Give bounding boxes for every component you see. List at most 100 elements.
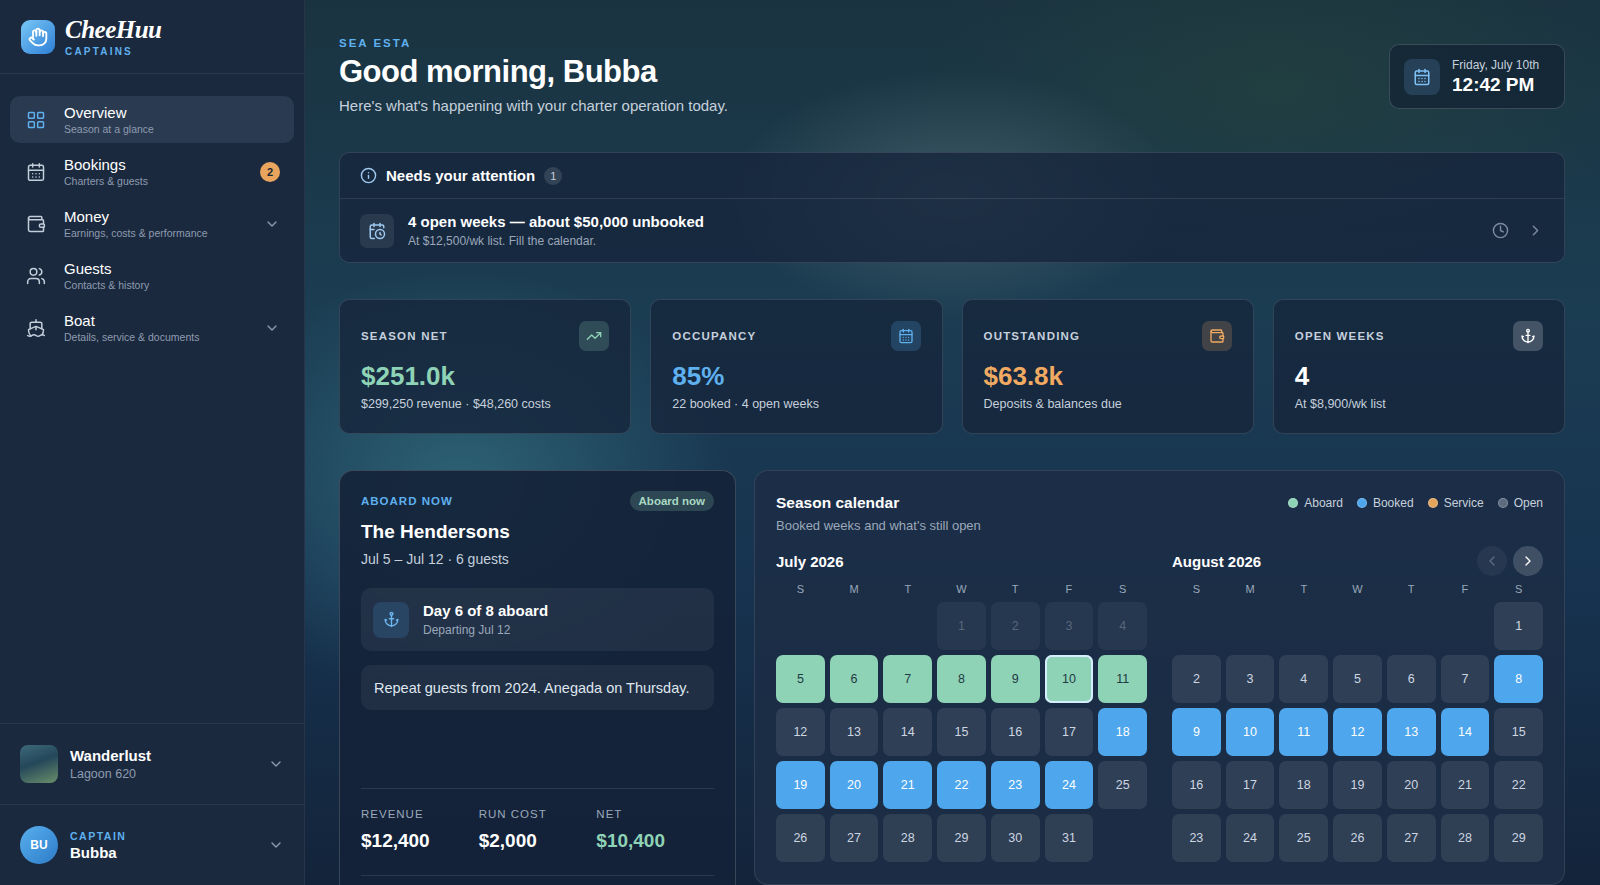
chevron-left-icon <box>1484 553 1500 569</box>
trip-progress-sub: Departing Jul 12 <box>423 622 548 638</box>
calendar-day[interactable]: 17 <box>1226 761 1275 809</box>
calendar-day[interactable]: 16 <box>1172 761 1221 809</box>
captain-menu[interactable]: BUCAPTAINBubba <box>0 804 304 885</box>
sidebar-item[interactable]: MoneyEarnings, costs & performance <box>10 200 294 247</box>
calendar-day[interactable]: 7 <box>1441 655 1490 703</box>
weekday: W <box>937 582 986 596</box>
calendar-day[interactable]: 11 <box>1279 708 1328 756</box>
calendar-day[interactable]: 23 <box>1172 814 1221 862</box>
calendar-day[interactable]: 26 <box>1333 814 1382 862</box>
calendar-day[interactable]: 18 <box>1279 761 1328 809</box>
calendar-day[interactable]: 5 <box>776 655 825 703</box>
month-title: August 2026 <box>1172 553 1261 570</box>
main-content: SEA ESTAGood morning, BubbaHere's what's… <box>305 0 1600 885</box>
calendar-day[interactable]: 1 <box>1494 602 1543 650</box>
calendar-day[interactable]: 9 <box>1172 708 1221 756</box>
stat-icon-box <box>891 321 921 351</box>
expand-toggle[interactable] <box>264 216 280 232</box>
calendar-day[interactable]: 8 <box>1494 655 1543 703</box>
calendar-day[interactable]: 7 <box>883 655 932 703</box>
sidebar-item[interactable]: BoatDetails, service & documents <box>10 304 294 351</box>
calendar-day[interactable]: 27 <box>1387 814 1436 862</box>
calendar-day[interactable]: 18 <box>1098 708 1147 756</box>
calendar-day[interactable]: 10 <box>1045 655 1094 703</box>
calendar-day[interactable]: 14 <box>1441 708 1490 756</box>
calendar-day[interactable]: 2 <box>991 602 1040 650</box>
anchor-icon-box <box>373 602 409 638</box>
calendar-day[interactable]: 27 <box>830 814 879 862</box>
calendar-day[interactable]: 22 <box>1494 761 1543 809</box>
snooze-clock-icon[interactable] <box>1492 222 1509 239</box>
stat-sub: $299,250 revenue · $48,260 costs <box>361 396 609 412</box>
attention-item[interactable]: 4 open weeks — about $50,000 unbookedAt … <box>340 199 1564 262</box>
calendar-day[interactable]: 24 <box>1045 761 1094 809</box>
calendar-day[interactable]: 24 <box>1226 814 1275 862</box>
calendar-day[interactable]: 3 <box>1226 655 1275 703</box>
calendar-day[interactable]: 3 <box>1045 602 1094 650</box>
calendar-day[interactable]: 8 <box>937 655 986 703</box>
calendar-day[interactable]: 25 <box>1279 814 1328 862</box>
calendar-day[interactable]: 12 <box>776 708 825 756</box>
weekday: T <box>1279 582 1328 596</box>
calendar-day[interactable]: 2 <box>1172 655 1221 703</box>
calendar-day[interactable]: 28 <box>883 814 932 862</box>
calendar-day[interactable]: 10 <box>1226 708 1275 756</box>
blank-day <box>1333 602 1382 650</box>
stat-card[interactable]: OCCUPANCY85%22 booked · 4 open weeks <box>650 299 942 434</box>
sidebar-item[interactable]: GuestsContacts & history <box>10 252 294 299</box>
calendar-day[interactable]: 26 <box>776 814 825 862</box>
nav-icon-box <box>22 158 50 186</box>
calendar-day[interactable]: 13 <box>830 708 879 756</box>
calendar-day[interactable]: 20 <box>1387 761 1436 809</box>
stat-card[interactable]: OPEN WEEKS4At $8,900/wk list <box>1273 299 1565 434</box>
calendar-day[interactable]: 19 <box>1333 761 1382 809</box>
expand-toggle[interactable] <box>264 320 280 336</box>
logo[interactable]: CheeHuuCAPTAINS <box>0 0 304 74</box>
calendar-day[interactable]: 21 <box>1441 761 1490 809</box>
calendar-day[interactable]: 5 <box>1333 655 1382 703</box>
calendar-day[interactable]: 15 <box>937 708 986 756</box>
weekday: M <box>830 582 879 596</box>
calendar-day[interactable]: 4 <box>1098 602 1147 650</box>
captain-menu-toggle[interactable] <box>268 837 284 853</box>
sidebar-item[interactable]: BookingsCharters & guests2 <box>10 148 294 195</box>
calendar-day[interactable]: 25 <box>1098 761 1147 809</box>
nav-sublabel: Details, service & documents <box>64 331 199 344</box>
calendar-day[interactable]: 29 <box>937 814 986 862</box>
calendar-day[interactable]: 21 <box>883 761 932 809</box>
calendar-day[interactable]: 22 <box>937 761 986 809</box>
calendar-day[interactable]: 11 <box>1098 655 1147 703</box>
calendar-day[interactable]: 12 <box>1333 708 1382 756</box>
previous-month-button[interactable] <box>1477 546 1507 576</box>
sidebar-spacer <box>0 351 304 723</box>
shaka-hand-icon <box>28 27 48 47</box>
calendar-day[interactable]: 17 <box>1045 708 1094 756</box>
sidebar-item[interactable]: OverviewSeason at a glance <box>10 96 294 143</box>
stat-top: OCCUPANCY <box>672 321 920 351</box>
calendar-day[interactable]: 6 <box>830 655 879 703</box>
boat-switcher[interactable]: WanderlustLagoon 620 <box>0 723 304 804</box>
calendar-day[interactable]: 4 <box>1279 655 1328 703</box>
figure-value: $2,000 <box>479 829 597 853</box>
calendar-day[interactable]: 30 <box>991 814 1040 862</box>
greeting: Good morning, Bubba <box>339 54 728 90</box>
calendar-day[interactable]: 14 <box>883 708 932 756</box>
calendar-day[interactable]: 23 <box>991 761 1040 809</box>
calendar-day[interactable]: 31 <box>1045 814 1094 862</box>
boat-menu-toggle[interactable] <box>268 756 284 772</box>
calendar-day[interactable]: 15 <box>1494 708 1543 756</box>
logo-mark <box>21 20 55 54</box>
calendar-day[interactable]: 28 <box>1441 814 1490 862</box>
next-month-button[interactable] <box>1513 546 1543 576</box>
chevron-right-icon[interactable] <box>1527 222 1544 239</box>
calendar-day[interactable]: 20 <box>830 761 879 809</box>
calendar-day[interactable]: 9 <box>991 655 1040 703</box>
calendar-day[interactable]: 1 <box>937 602 986 650</box>
calendar-day[interactable]: 29 <box>1494 814 1543 862</box>
stat-card[interactable]: SEASON NET$251.0k$299,250 revenue · $48,… <box>339 299 631 434</box>
calendar-day[interactable]: 6 <box>1387 655 1436 703</box>
calendar-day[interactable]: 13 <box>1387 708 1436 756</box>
calendar-day[interactable]: 19 <box>776 761 825 809</box>
stat-card[interactable]: OUTSTANDING$63.8kDeposits & balances due <box>962 299 1254 434</box>
calendar-day[interactable]: 16 <box>991 708 1040 756</box>
